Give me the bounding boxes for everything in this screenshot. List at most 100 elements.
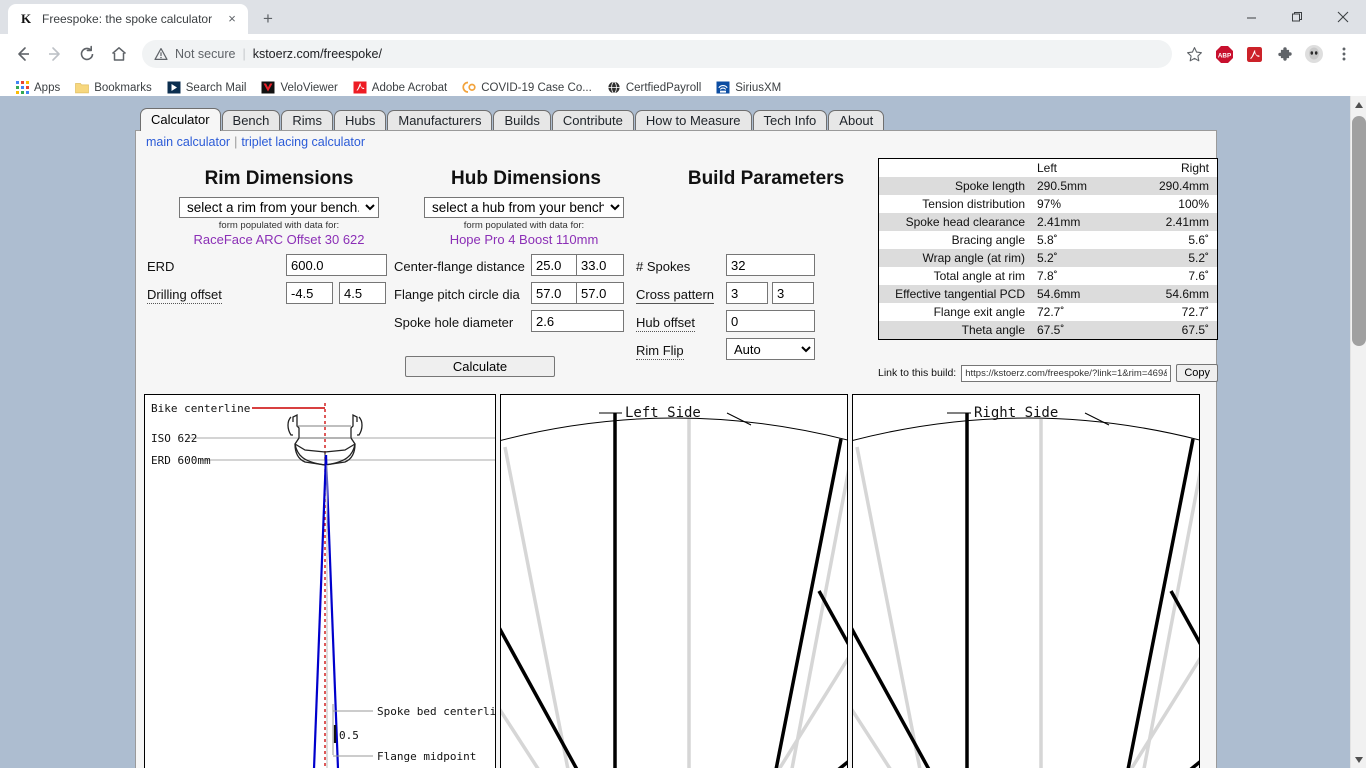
back-icon[interactable]	[8, 39, 38, 69]
page-scrollbar[interactable]	[1350, 96, 1366, 768]
cross-pattern-right-input[interactable]	[772, 282, 814, 304]
tab-hubs[interactable]: Hubs	[334, 110, 386, 132]
tab-label: Bench	[233, 113, 270, 128]
cross-pattern-left-input[interactable]	[726, 282, 768, 304]
tab-contribute[interactable]: Contribute	[552, 110, 634, 132]
label-right-side: Right Side	[974, 405, 1058, 421]
spokes-leading-right	[853, 413, 1200, 768]
flange-pcd-right-input[interactable]	[576, 282, 624, 304]
tab-about[interactable]: About	[828, 110, 884, 132]
tab-builds[interactable]: Builds	[493, 110, 550, 132]
bookmark-apps[interactable]: Apps	[9, 78, 66, 98]
erd-input[interactable]	[286, 254, 387, 276]
tab-tech-info[interactable]: Tech Info	[753, 110, 828, 132]
left-side-svg: Left Side	[501, 395, 848, 768]
tab-calculator[interactable]: Calculator	[140, 108, 221, 131]
bookmark-veloviewer[interactable]: VeloViewer	[255, 78, 343, 98]
result-key: Total angle at rim	[879, 267, 1031, 285]
rim-bench-select[interactable]: select a rim from your bench..	[179, 197, 379, 218]
site-tabs: Calculator Bench Rims Hubs Manufacturers…	[135, 106, 1217, 131]
result-right: 5.6˚	[1125, 231, 1217, 249]
abp-icon[interactable]: ABP	[1211, 41, 1237, 67]
bookmark-search-mail[interactable]: Search Mail	[161, 78, 253, 98]
hub-offset-input[interactable]	[726, 310, 815, 332]
tab-label: Contribute	[563, 113, 623, 128]
bookmark-label: VeloViewer	[280, 82, 337, 94]
forward-icon[interactable]	[40, 39, 70, 69]
minimize-icon[interactable]	[1228, 0, 1274, 34]
scroll-down-arrow-icon[interactable]	[1351, 751, 1366, 768]
profile-avatar-icon[interactable]	[1301, 41, 1327, 67]
bookmark-label: SiriusXM	[735, 82, 781, 94]
title-leader-left-2	[727, 413, 751, 425]
tab-manufacturers[interactable]: Manufacturers	[387, 110, 492, 132]
reload-icon[interactable]	[72, 39, 102, 69]
rim-arc-right	[853, 418, 1200, 443]
drilling-offset-left-input[interactable]	[286, 282, 333, 304]
result-key: Effective tangential PCD	[879, 285, 1031, 303]
tab-label: Manufacturers	[398, 113, 481, 128]
browser-tab[interactable]: K Freespoke: the spoke calculator ×	[8, 4, 248, 34]
drilling-offset-label: Drilling offset	[147, 287, 222, 304]
new-tab-button[interactable]: +	[254, 5, 282, 33]
bookmark-star-icon[interactable]	[1181, 41, 1207, 67]
tab-rims[interactable]: Rims	[281, 110, 333, 132]
scroll-up-arrow-icon[interactable]	[1351, 96, 1366, 113]
result-left: 54.6mm	[1031, 285, 1125, 303]
adobe-acrobat-icon[interactable]	[1241, 41, 1267, 67]
drilling-offset-right-input[interactable]	[339, 282, 386, 304]
tab-label: About	[839, 113, 873, 128]
center-flange-distance-label: Center-flange distance	[394, 259, 525, 274]
hub-populated-name: Hope Pro 4 Boost 110mm	[424, 232, 624, 247]
adobe-acrobat-icon	[353, 81, 367, 95]
link-to-build-input[interactable]	[961, 365, 1171, 382]
hub-offset-label: Hub offset	[636, 315, 695, 332]
center-flange-distance-right-input[interactable]	[576, 254, 624, 276]
maximize-icon[interactable]	[1274, 0, 1320, 34]
result-key: Bracing angle	[879, 231, 1031, 249]
right-side-svg: Right Side	[853, 395, 1200, 768]
page-viewport: Calculator Bench Rims Hubs Manufacturers…	[0, 96, 1366, 768]
browser-tabstrip: K Freespoke: the spoke calculator × +	[0, 0, 1366, 34]
scrollbar-thumb[interactable]	[1352, 116, 1366, 346]
cross-section-diagram: Bike centerline ISO 622 ERD 600mm Spoke …	[144, 394, 496, 768]
rim-flip-select[interactable]: Auto	[726, 338, 815, 360]
covid-icon	[462, 81, 476, 95]
subnav-main-calculator[interactable]: main calculator	[146, 135, 230, 149]
table-row: Theta angle 67.5˚ 67.5˚	[879, 321, 1217, 339]
result-left: 2.41mm	[1031, 213, 1125, 231]
center-flange-distance-left-input[interactable]	[531, 254, 579, 276]
copy-link-button[interactable]: Copy	[1176, 364, 1218, 382]
subnav-triplet-calculator[interactable]: triplet lacing calculator	[241, 135, 365, 149]
close-icon[interactable]: ×	[224, 11, 240, 27]
erd-label: ERD	[147, 259, 174, 274]
window-close-icon[interactable]	[1320, 0, 1366, 34]
bookmark-bookmarks[interactable]: Bookmarks	[69, 78, 158, 98]
bookmark-covid[interactable]: COVID-19 Case Co...	[456, 78, 598, 98]
chrome-menu-icon[interactable]	[1331, 41, 1357, 67]
spoke-hole-diameter-label: Spoke hole diameter	[394, 315, 513, 330]
tab-how-to-measure[interactable]: How to Measure	[635, 110, 752, 132]
result-right: 72.7˚	[1125, 303, 1217, 321]
bookmark-label: CertfiedPayroll	[626, 82, 701, 94]
subnav: main calculator|triplet lacing calculato…	[136, 131, 1216, 151]
hub-bench-select[interactable]: select a hub from your bench.	[424, 197, 624, 218]
result-right: 67.5˚	[1125, 321, 1217, 339]
bookmark-certfiedpayroll[interactable]: CertfiedPayroll	[601, 78, 707, 98]
num-spokes-input[interactable]	[726, 254, 815, 276]
calculate-button[interactable]: Calculate	[405, 356, 555, 377]
browser-tab-title: Freespoke: the spoke calculator	[42, 12, 216, 26]
spoke-hole-diameter-input[interactable]	[531, 310, 624, 332]
omnibox-divider: |	[242, 47, 245, 61]
table-row: Total angle at rim 7.8˚ 7.6˚	[879, 267, 1217, 285]
folder-icon	[75, 81, 89, 95]
result-key: Tension distribution	[879, 195, 1031, 213]
bookmark-siriusxm[interactable]: SiriusXM	[710, 78, 787, 98]
address-bar[interactable]: Not secure | kstoerz.com/freespoke/	[142, 40, 1172, 68]
home-icon[interactable]	[104, 39, 134, 69]
bookmark-adobe-acrobat[interactable]: Adobe Acrobat	[347, 78, 453, 98]
puzzle-extensions-icon[interactable]	[1271, 41, 1297, 67]
tab-bench[interactable]: Bench	[222, 110, 281, 132]
flange-pcd-left-input[interactable]	[531, 282, 579, 304]
tab-label: Builds	[504, 113, 539, 128]
